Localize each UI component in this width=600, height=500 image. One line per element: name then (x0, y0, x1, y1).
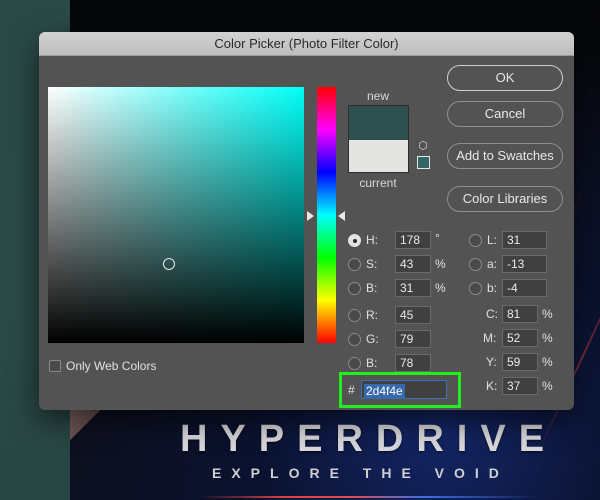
hue-input[interactable]: 178 (395, 231, 431, 249)
rgb-row-r: R: (348, 305, 378, 325)
3d-cube-icon[interactable]: ⬡ (417, 140, 429, 152)
hsb-row-b: B: (348, 278, 377, 298)
label-blue: B: (366, 356, 378, 370)
radio-blue[interactable] (348, 356, 361, 370)
percent-unit: % (542, 307, 553, 321)
black-input[interactable]: 37 (502, 377, 538, 395)
add-to-swatches-button[interactable]: Add to Swatches (447, 143, 563, 169)
label-lab-b: b: (487, 281, 498, 295)
radio-r[interactable] (348, 308, 361, 322)
web-safe-swatch-icon[interactable] (417, 156, 430, 169)
label-a: a: (487, 257, 498, 271)
lab-row-a: a: (469, 254, 497, 274)
new-color-swatch (349, 106, 408, 140)
label-g: G: (366, 332, 379, 346)
radio-a[interactable] (469, 257, 482, 271)
lab-a-input[interactable]: -13 (502, 255, 547, 273)
color-picker-dialog: Color Picker (Photo Filter Color) new cu… (39, 32, 574, 410)
current-color-swatch[interactable] (349, 140, 408, 172)
radio-l[interactable] (469, 233, 482, 247)
radio-b[interactable] (348, 281, 361, 295)
color-libraries-button[interactable]: Color Libraries (447, 186, 563, 212)
dialog-title: Color Picker (Photo Filter Color) (39, 32, 574, 56)
saturation-input[interactable]: 43 (395, 255, 431, 273)
hsb-row-s: S: (348, 254, 377, 274)
magenta-input[interactable]: 52 (502, 329, 538, 347)
poster-subtitle: EXPLORE THE VOID (212, 465, 509, 481)
percent-unit: % (435, 257, 446, 271)
hue-slider-right-arrow-icon[interactable] (338, 211, 345, 221)
poster-divider-line (200, 496, 540, 498)
poster-title: HYPERDRIVE (180, 418, 558, 460)
lab-b-input[interactable]: -4 (502, 279, 547, 297)
label-y: Y: (486, 355, 497, 369)
hsb-row-h: H: (348, 230, 378, 250)
radio-h[interactable] (348, 233, 361, 247)
rgb-row-b: B: (348, 353, 377, 373)
green-input[interactable]: 79 (395, 330, 431, 348)
label-h: H: (366, 233, 378, 247)
only-web-colors-checkbox[interactable] (49, 360, 61, 372)
label-k: K: (486, 379, 498, 393)
radio-g[interactable] (348, 332, 361, 346)
percent-unit: % (542, 331, 553, 345)
lab-row-b: b: (469, 278, 497, 298)
color-preview (348, 105, 409, 173)
cancel-button[interactable]: Cancel (447, 101, 563, 127)
rgb-row-g: G: (348, 329, 379, 349)
hex-field-highlight (339, 372, 461, 408)
label-l: L: (487, 233, 498, 247)
percent-unit: % (542, 355, 553, 369)
cyan-input[interactable]: 81 (502, 305, 538, 323)
label-b: B: (366, 281, 378, 295)
radio-lab-b[interactable] (469, 281, 482, 295)
ok-button[interactable]: OK (447, 65, 563, 91)
percent-unit: % (542, 379, 553, 393)
lab-l-input[interactable]: 31 (502, 231, 547, 249)
current-color-label: current (359, 176, 397, 190)
percent-unit: % (435, 281, 446, 295)
brightness-input[interactable]: 31 (395, 279, 431, 297)
poster-corner (70, 410, 100, 440)
blue-input[interactable]: 78 (395, 354, 431, 372)
degree-unit: ° (435, 231, 440, 245)
only-web-colors-option[interactable]: Only Web Colors (49, 359, 156, 373)
hue-slider[interactable] (317, 87, 336, 343)
hue-slider-left-arrow-icon[interactable] (307, 211, 314, 221)
yellow-input[interactable]: 59 (502, 353, 538, 371)
label-r: R: (366, 308, 378, 322)
color-field-cursor[interactable] (163, 258, 175, 270)
lab-row-l: L: (469, 230, 497, 250)
radio-s[interactable] (348, 257, 361, 271)
label-m: M: (483, 331, 497, 345)
label-c: C: (486, 307, 498, 321)
only-web-colors-label: Only Web Colors (66, 359, 157, 373)
saturation-brightness-field[interactable] (48, 87, 304, 343)
new-color-label: new (366, 89, 389, 103)
red-input[interactable]: 45 (395, 306, 431, 324)
label-s: S: (366, 257, 378, 271)
